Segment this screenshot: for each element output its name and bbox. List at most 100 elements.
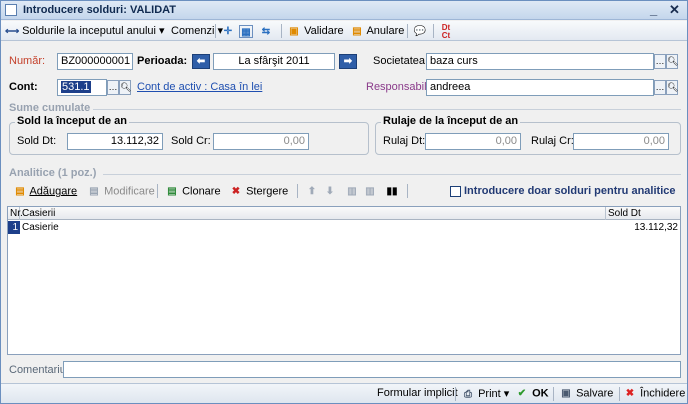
barcode-button[interactable]: ▮▮: [385, 185, 399, 198]
adaugare-label: Adăugare: [29, 185, 78, 198]
societatea-search-button[interactable]: 🔍︎: [666, 54, 678, 69]
toolbar-separator: [433, 24, 434, 38]
barcode-icon: ▮▮: [386, 186, 398, 197]
cont-search-button[interactable]: 🔍︎: [119, 80, 131, 95]
responsabil-search-button[interactable]: 🔍︎: [666, 80, 678, 95]
societatea-field[interactable]: baza curs: [426, 53, 654, 70]
responsabil-browse-button[interactable]: …: [654, 80, 666, 95]
search-icon: 🔍︎: [667, 56, 679, 66]
stergere-label: Stergere: [246, 185, 289, 198]
ok-label: OK: [532, 387, 549, 400]
sort-asc-icon: ▥: [347, 186, 357, 197]
modificare-button[interactable]: ▤ Modificare: [87, 185, 155, 198]
validare-button[interactable]: ▣ Validare: [287, 23, 344, 39]
rulaje-group-title: Rulaje de la început de an: [381, 115, 521, 127]
toolbar-separator: [297, 184, 298, 198]
numar-field[interactable]: BZ000000001: [57, 53, 133, 70]
search-icon: 🔍︎: [667, 82, 679, 92]
move-up-button[interactable]: ⬆: [305, 185, 319, 198]
perioada-prev-button[interactable]: ⬅: [192, 54, 210, 69]
validare-label: Validare: [304, 25, 344, 37]
rulaj-cr-field[interactable]: 0,00: [573, 133, 669, 150]
rulaj-dt-field[interactable]: 0,00: [425, 133, 521, 150]
clonare-button[interactable]: ▤ Clonare: [165, 185, 221, 198]
sold-dt-field[interactable]: 13.112,32: [67, 133, 163, 150]
table-header: Nr. Casierii Sold Dt: [8, 207, 680, 220]
perioada-next-button[interactable]: ➡: [339, 54, 357, 69]
anulare-button[interactable]: ▤ Anulare: [350, 23, 404, 39]
doar-solduri-label: Introducere doar solduri pentru analitic…: [464, 185, 676, 197]
section-divider: [103, 174, 681, 175]
check-icon: ✔: [517, 388, 527, 399]
salvare-label: Salvare: [576, 387, 614, 400]
edit-row-icon: ▤: [89, 186, 99, 197]
cancel-icon: ▤: [352, 25, 362, 37]
sold-cr-field[interactable]: 0,00: [213, 133, 309, 150]
societatea-browse-button[interactable]: …: [654, 54, 666, 69]
print-label: Print: [478, 388, 501, 400]
clone-icon: ▤: [167, 186, 177, 197]
debit-credit-button[interactable]: Dt Ct: [439, 22, 453, 40]
sold-group-title: Sold la început de an: [15, 115, 130, 127]
comentariu-field[interactable]: [63, 361, 681, 378]
arrow-down-icon: ⬇: [325, 186, 335, 197]
anulare-label: Anulare: [366, 25, 405, 37]
swap-icon: ⟷: [5, 25, 20, 37]
minimize-button[interactable]: _: [650, 2, 657, 17]
analitice-section-title: Analitice (1 poz.): [9, 167, 97, 179]
sort-desc-button[interactable]: ▥: [363, 185, 377, 198]
save-disk-icon: ▣: [561, 388, 571, 399]
cont-description-link[interactable]: Cont de activ : Casa în lei: [137, 81, 262, 93]
salvare-button[interactable]: ▣ Salvare: [559, 387, 613, 400]
row-casierii: Casierie: [22, 222, 59, 233]
arrow-up-icon: ⬆: [307, 186, 317, 197]
sold-initial-label: Soldurile la inceputul anului: [22, 25, 156, 37]
toolbar-separator: [407, 24, 408, 38]
toolbar-separator: [157, 184, 158, 198]
perioada-field[interactable]: La sfârşit 2011: [213, 53, 335, 70]
close-button[interactable]: ✕: [669, 2, 680, 18]
refresh-icon: ⇆: [261, 25, 271, 37]
sort-asc-button[interactable]: ▥: [345, 185, 359, 198]
cont-field[interactable]: 531.1: [57, 79, 107, 96]
cont-label: Cont:: [9, 81, 38, 93]
toolbar-separator: [619, 387, 620, 401]
column-header-casierii[interactable]: Casierii: [20, 207, 606, 220]
inchidere-label: Închidere: [640, 387, 686, 400]
societatea-label: Societatea:: [373, 55, 429, 67]
close-x-icon: ✖: [625, 388, 635, 399]
clonare-label: Clonare: [182, 185, 221, 198]
responsabil-field[interactable]: andreea: [426, 79, 654, 96]
printer-icon: ⎙: [464, 388, 472, 400]
ok-button[interactable]: ✔ OK: [515, 387, 549, 400]
doar-solduri-checkbox[interactable]: [450, 186, 461, 197]
toolbar-separator: [553, 387, 554, 401]
sume-section-title: Sume cumulate: [9, 102, 91, 114]
calendar-icon: ▦: [239, 24, 253, 38]
toolbar-separator: [281, 24, 282, 38]
adaugare-button[interactable]: ▤ Adăugare: [13, 185, 77, 198]
sold-cr-label: Sold Cr:: [171, 135, 211, 147]
move-down-button[interactable]: ⬇: [323, 185, 337, 198]
stergere-button[interactable]: ✖ Stergere: [229, 185, 288, 198]
rulaj-cr-label: Rulaj Cr:: [531, 135, 574, 147]
calendar-button[interactable]: ▦: [239, 23, 253, 39]
toolbar: ⟷ Soldurile la inceputul anului ▾ Comenz…: [1, 21, 687, 41]
debit-credit-icon: Dt Ct: [441, 22, 451, 40]
chat-button[interactable]: 💬: [413, 23, 427, 39]
refresh-button[interactable]: ⇆: [259, 23, 273, 39]
sold-initial-button[interactable]: ⟷ Soldurile la inceputul anului ▾: [5, 23, 165, 39]
modificare-label: Modificare: [104, 185, 155, 198]
inchidere-button[interactable]: ✖ Închidere: [623, 387, 686, 400]
formular-button[interactable]: Formular implicit: [377, 387, 458, 399]
table-row[interactable]: 1 Casierie 13.112,32: [8, 221, 680, 234]
delete-icon: ✖: [231, 186, 241, 197]
rulaj-dt-label: Rulaj Dt:: [383, 135, 426, 147]
dialog-window: Introducere solduri: VALIDAT _ ✕ ⟷ Soldu…: [0, 0, 688, 404]
move-button[interactable]: ✛: [221, 23, 235, 39]
cont-browse-button[interactable]: …: [107, 80, 119, 95]
column-header-sold-dt[interactable]: Sold Dt: [606, 207, 680, 220]
window-title: Introducere solduri: VALIDAT: [23, 4, 176, 16]
print-button[interactable]: ⎙ Print ▾: [461, 387, 509, 401]
column-header-nr[interactable]: Nr.: [8, 207, 23, 220]
